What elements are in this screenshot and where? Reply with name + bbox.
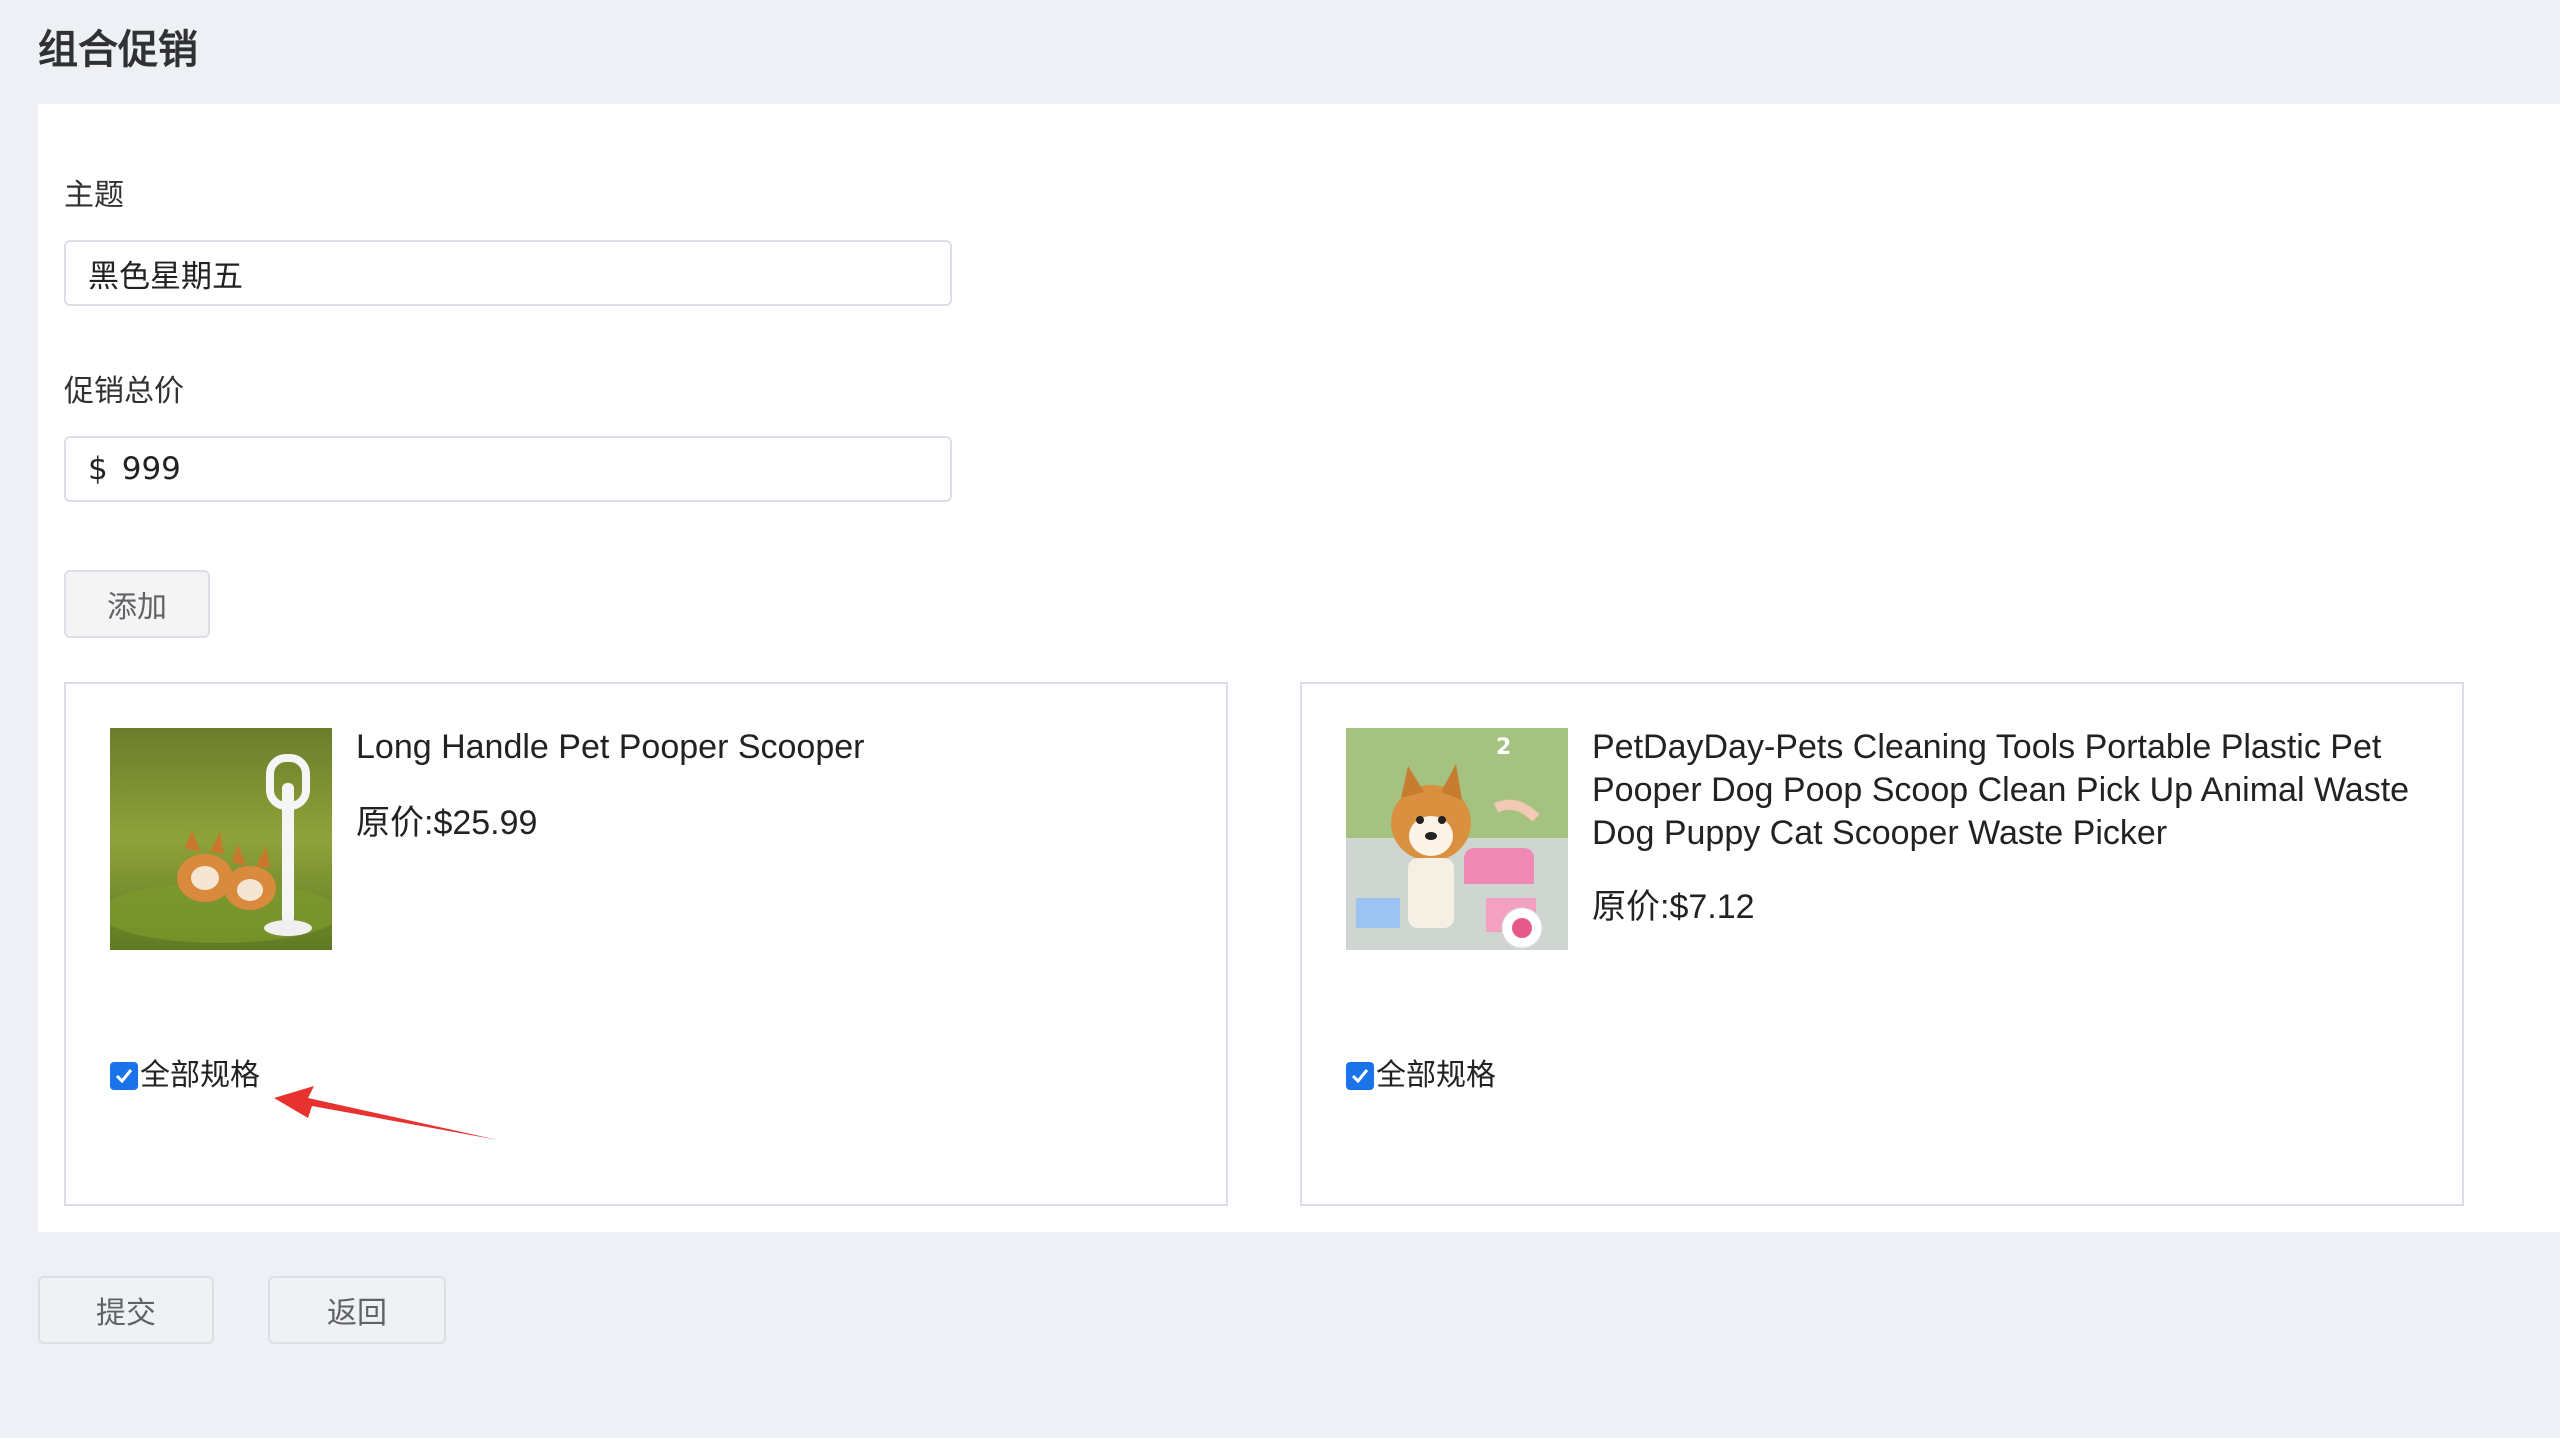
checkmark-icon bbox=[115, 1069, 133, 1084]
page-title: 组合促销 bbox=[38, 27, 198, 73]
submit-button[interactable]: 提交 bbox=[38, 1276, 214, 1344]
pet-scoop-photo-icon: 2 bbox=[1346, 728, 1568, 950]
all-specs-label: 全部规格 bbox=[140, 1058, 260, 1093]
pet-scooper-photo-icon bbox=[110, 728, 332, 950]
all-specs-checkbox[interactable] bbox=[1346, 1062, 1374, 1090]
product-card: Long Handle Pet Pooper Scooper 原价:$25.99… bbox=[64, 682, 1228, 1206]
topic-input[interactable]: 黑色星期五 bbox=[64, 240, 952, 306]
product-image bbox=[110, 728, 332, 950]
topic-label: 主题 bbox=[64, 178, 124, 213]
product-original-price: 原价:$7.12 bbox=[1592, 888, 1755, 926]
price-input[interactable]: $ 999 bbox=[64, 436, 952, 502]
product-name: Long Handle Pet Pooper Scooper bbox=[356, 728, 865, 766]
product-original-price: 原价:$25.99 bbox=[356, 804, 538, 842]
back-button[interactable]: 返回 bbox=[268, 1276, 446, 1344]
all-specs-option[interactable]: 全部规格 bbox=[1346, 1056, 1496, 1096]
product-image: 2 bbox=[1346, 728, 1568, 950]
annotation-arrow-icon bbox=[274, 1086, 498, 1140]
price-input-value: 999 bbox=[121, 451, 181, 487]
promotion-form-panel: 主题 黑色星期五 促销总价 $ 999 添加 Long Handle Pet P… bbox=[38, 104, 2560, 1232]
topic-input-value: 黑色星期五 bbox=[88, 258, 243, 295]
image-badge: 2 bbox=[1496, 735, 1511, 760]
currency-prefix: $ bbox=[88, 451, 108, 487]
checkmark-icon bbox=[1351, 1069, 1369, 1084]
add-button[interactable]: 添加 bbox=[64, 570, 210, 638]
all-specs-label: 全部规格 bbox=[1376, 1058, 1496, 1093]
product-card: 2 PetDayDay-Pets Cleaning Tools Portable… bbox=[1300, 682, 2464, 1206]
price-label: 促销总价 bbox=[64, 374, 184, 409]
all-specs-checkbox[interactable] bbox=[110, 1062, 138, 1090]
product-name: PetDayDay-Pets Cleaning Tools Portable P… bbox=[1592, 728, 2410, 852]
all-specs-option[interactable]: 全部规格 bbox=[110, 1056, 260, 1096]
